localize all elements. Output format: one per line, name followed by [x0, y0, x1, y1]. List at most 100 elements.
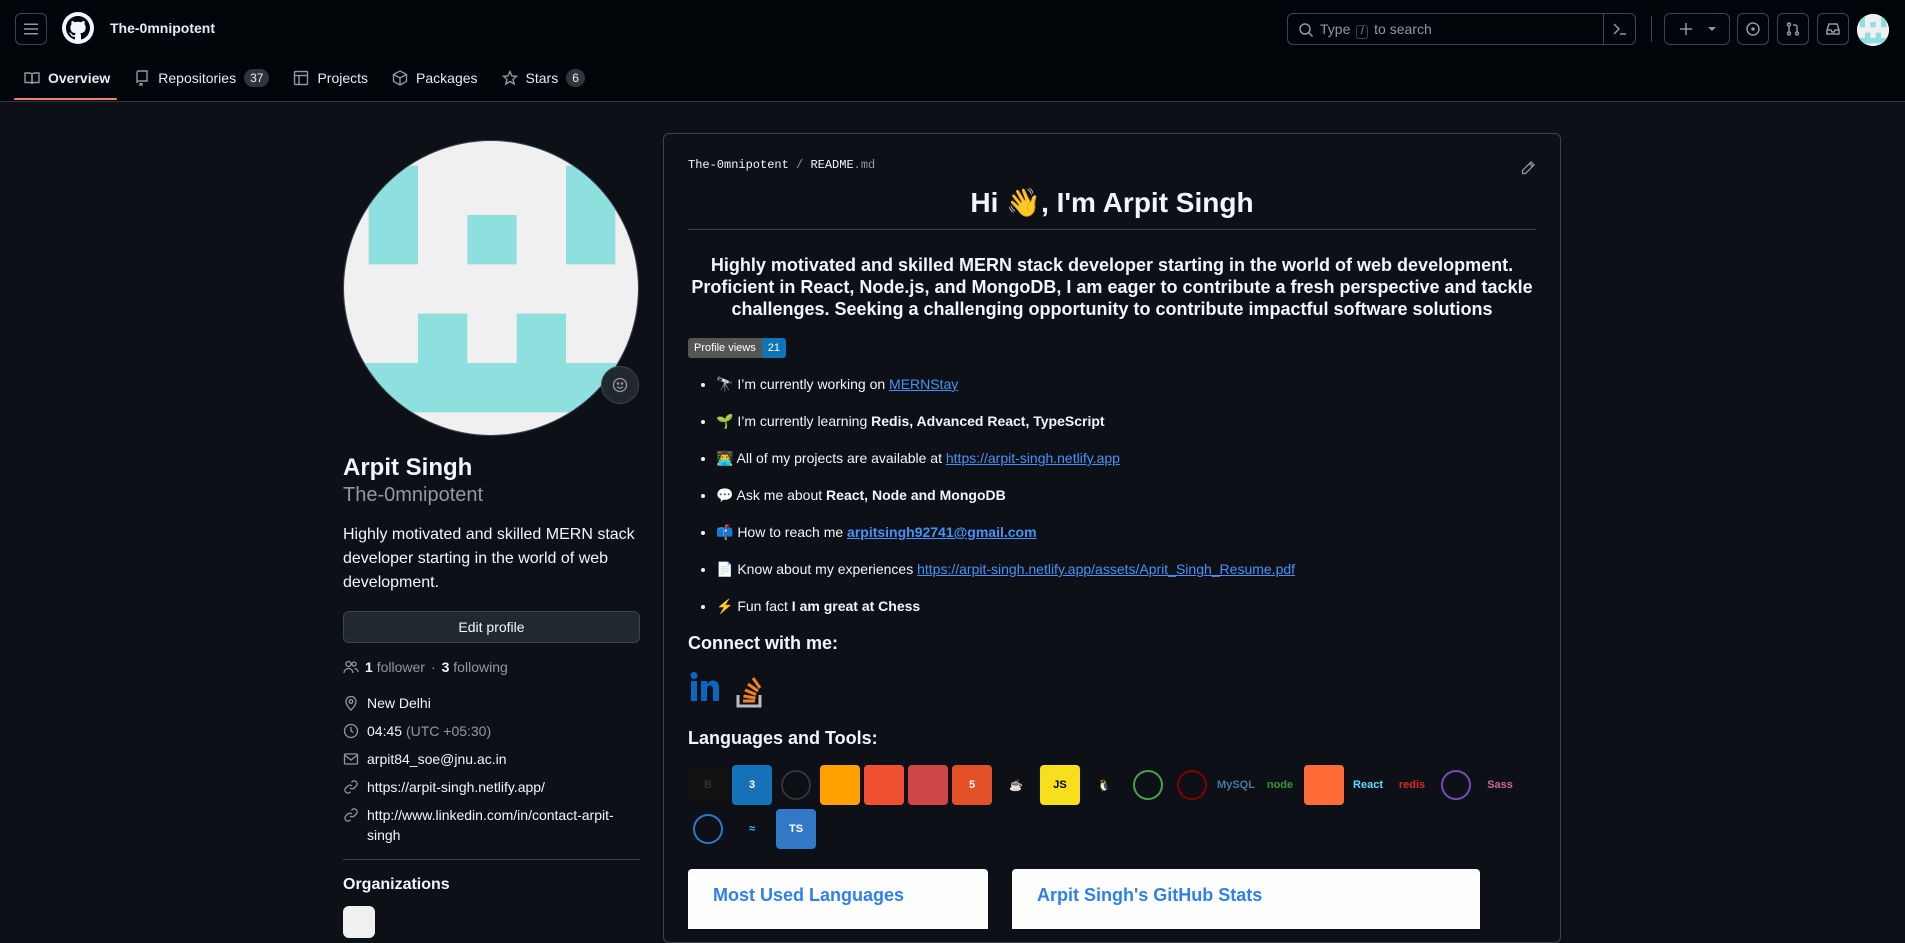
followers-link[interactable]: 1 follower: [365, 659, 425, 675]
profile-owner-name[interactable]: The-0mnipotent: [110, 20, 215, 36]
create-new-button[interactable]: [1664, 13, 1730, 45]
user-avatar-menu[interactable]: [1857, 14, 1889, 46]
dot-separator: ·: [430, 659, 436, 675]
profile-bio: Highly motivated and skilled MERN stack …: [343, 526, 635, 591]
sass-icon[interactable]: Sass: [1480, 765, 1520, 805]
list-item: 📫 How to reach me arpitsingh92741@gmail.…: [716, 522, 1536, 542]
pull-requests-button[interactable]: [1777, 13, 1809, 45]
express-icon[interactable]: [781, 770, 811, 800]
tool-label: 🐧: [1097, 779, 1111, 792]
list-item: 📄 Know about my experiences https://arpi…: [716, 559, 1536, 579]
repositories-count: 37: [244, 69, 270, 87]
hamburger-icon: [24, 23, 38, 35]
issues-button[interactable]: [1737, 13, 1769, 45]
firebase-icon[interactable]: [820, 765, 860, 805]
star-icon: [501, 70, 518, 86]
tab-overview[interactable]: Overview: [16, 60, 118, 96]
swift-icon[interactable]: [693, 814, 723, 844]
following-link[interactable]: 3 following: [442, 659, 508, 675]
edit-readme-button[interactable]: [1520, 160, 1536, 179]
typescript-icon[interactable]: TS: [776, 809, 816, 849]
tool-label: Sass: [1487, 779, 1513, 791]
profile-details: New Delhi 04:45 (UTC +05:30) arpit84_soe…: [343, 693, 640, 845]
active-tab-indicator: [14, 98, 117, 100]
readme-path-owner[interactable]: The-0mnipotent: [688, 158, 789, 172]
github-stats-card[interactable]: Arpit Singh's GitHub Stats: [1012, 869, 1480, 929]
tool-label: B: [704, 779, 712, 791]
profile-sidebar: Arpit Singh The-0mnipotent Highly motiva…: [343, 140, 640, 938]
tab-label: Repositories: [158, 70, 237, 86]
location-item: New Delhi: [343, 693, 640, 716]
java-icon[interactable]: ☕: [996, 765, 1036, 805]
nodejs-icon[interactable]: node: [1260, 765, 1300, 805]
table-icon: [294, 70, 309, 86]
profile-login: The-0mnipotent: [343, 484, 484, 506]
mongoose-icon[interactable]: [1177, 770, 1207, 800]
mysql-icon[interactable]: MySQL: [1216, 765, 1256, 805]
mail-icon: [343, 753, 359, 765]
html5-icon[interactable]: 5: [952, 765, 992, 805]
tools-list: B 3 5 ☕ JS 🐧 MySQL node React redis Sass ≈ TS: [688, 765, 1548, 849]
css3-icon[interactable]: 3: [732, 765, 772, 805]
menu-button[interactable]: [15, 13, 47, 45]
local-time-item: 04:45 (UTC +05:30): [343, 721, 640, 744]
tailwind-icon[interactable]: ≈: [732, 809, 772, 849]
react-icon[interactable]: React: [1348, 765, 1388, 805]
mongodb-icon[interactable]: [1133, 770, 1163, 800]
gulp-icon[interactable]: [908, 765, 948, 805]
stars-count: 6: [566, 69, 585, 87]
organization-avatar[interactable]: [343, 906, 375, 938]
linkedin-item: http://www.linkedin.com/in/contact-arpit…: [343, 805, 640, 845]
stackoverflow-social-link[interactable]: [734, 673, 766, 712]
readme-list: 🔭 I’m currently working on MERNStay 🌱 I’…: [688, 374, 1536, 616]
website-link[interactable]: https://arpit-singh.netlify.app/: [367, 777, 545, 800]
plus-icon: [1679, 23, 1692, 35]
github-logo-icon[interactable]: [62, 12, 94, 44]
linux-icon[interactable]: 🐧: [1084, 765, 1124, 805]
edit-profile-button[interactable]: Edit profile: [343, 611, 640, 643]
tab-projects[interactable]: Projects: [285, 60, 376, 96]
command-palette-button[interactable]: [1603, 13, 1635, 45]
set-status-button[interactable]: [601, 366, 639, 404]
link-icon: [344, 780, 358, 794]
javascript-icon[interactable]: JS: [1040, 765, 1080, 805]
resume-link[interactable]: https://arpit-singh.netlify.app/assets/A…: [917, 561, 1295, 577]
list-item: 👨‍💻 All of my projects are available at …: [716, 448, 1536, 468]
tab-repositories[interactable]: Repositories 37: [126, 60, 277, 96]
list-item: 💬 Ask me about React, Node and MongoDB: [716, 485, 1536, 505]
readme-path-file[interactable]: README: [810, 158, 853, 172]
most-used-languages-card[interactable]: Most Used Languages: [688, 869, 988, 929]
item-text: 🔭 I’m currently working on: [716, 376, 890, 392]
git-icon[interactable]: [864, 765, 904, 805]
linkedin-icon: [690, 671, 719, 701]
card-title: Most Used Languages: [713, 885, 905, 905]
connect-heading: Connect with me:: [688, 633, 839, 653]
search-input[interactable]: Type / to search: [1287, 13, 1636, 45]
inbox-button[interactable]: [1817, 13, 1849, 45]
mernstay-link[interactable]: MERNStay: [889, 376, 958, 392]
portfolio-link[interactable]: https://arpit-singh.netlify.app: [946, 450, 1120, 466]
organizations-heading: Organizations: [343, 876, 450, 893]
profile-tabs: Overview Repositories 37 Projects Packag…: [16, 60, 593, 102]
timezone: (UTC +05:30): [405, 723, 492, 739]
redux-icon[interactable]: [1441, 770, 1471, 800]
tab-stars[interactable]: Stars 6: [494, 60, 593, 96]
postman-icon[interactable]: [1304, 765, 1344, 805]
redis-icon[interactable]: redis: [1392, 765, 1432, 805]
profile-avatar[interactable]: [343, 140, 639, 436]
top-header: The-0mnipotent Type / to search Overview…: [0, 0, 1905, 102]
item-text: ⚡ Fun fact: [716, 598, 792, 614]
email-readme-link[interactable]: arpitsingh92741@gmail.com: [847, 524, 1037, 540]
people-icon: [343, 660, 359, 674]
inbox-icon: [1826, 23, 1840, 35]
item-bold: Redis, Advanced React, TypeScript: [871, 413, 1105, 429]
search-shortcut-key: /: [1356, 25, 1369, 39]
tab-packages[interactable]: Packages: [384, 60, 485, 96]
bootstrap-icon[interactable]: B: [688, 765, 728, 805]
linkedin-link[interactable]: http://www.linkedin.com/in/contact-arpit…: [367, 805, 627, 845]
badge-value: 21: [761, 338, 786, 358]
email-link[interactable]: arpit84_soe@jnu.ac.in: [367, 749, 507, 772]
linkedin-social-link[interactable]: [688, 670, 724, 715]
item-text: 👨‍💻 All of my projects are available at: [716, 450, 946, 466]
issue-opened-icon: [1746, 22, 1760, 36]
